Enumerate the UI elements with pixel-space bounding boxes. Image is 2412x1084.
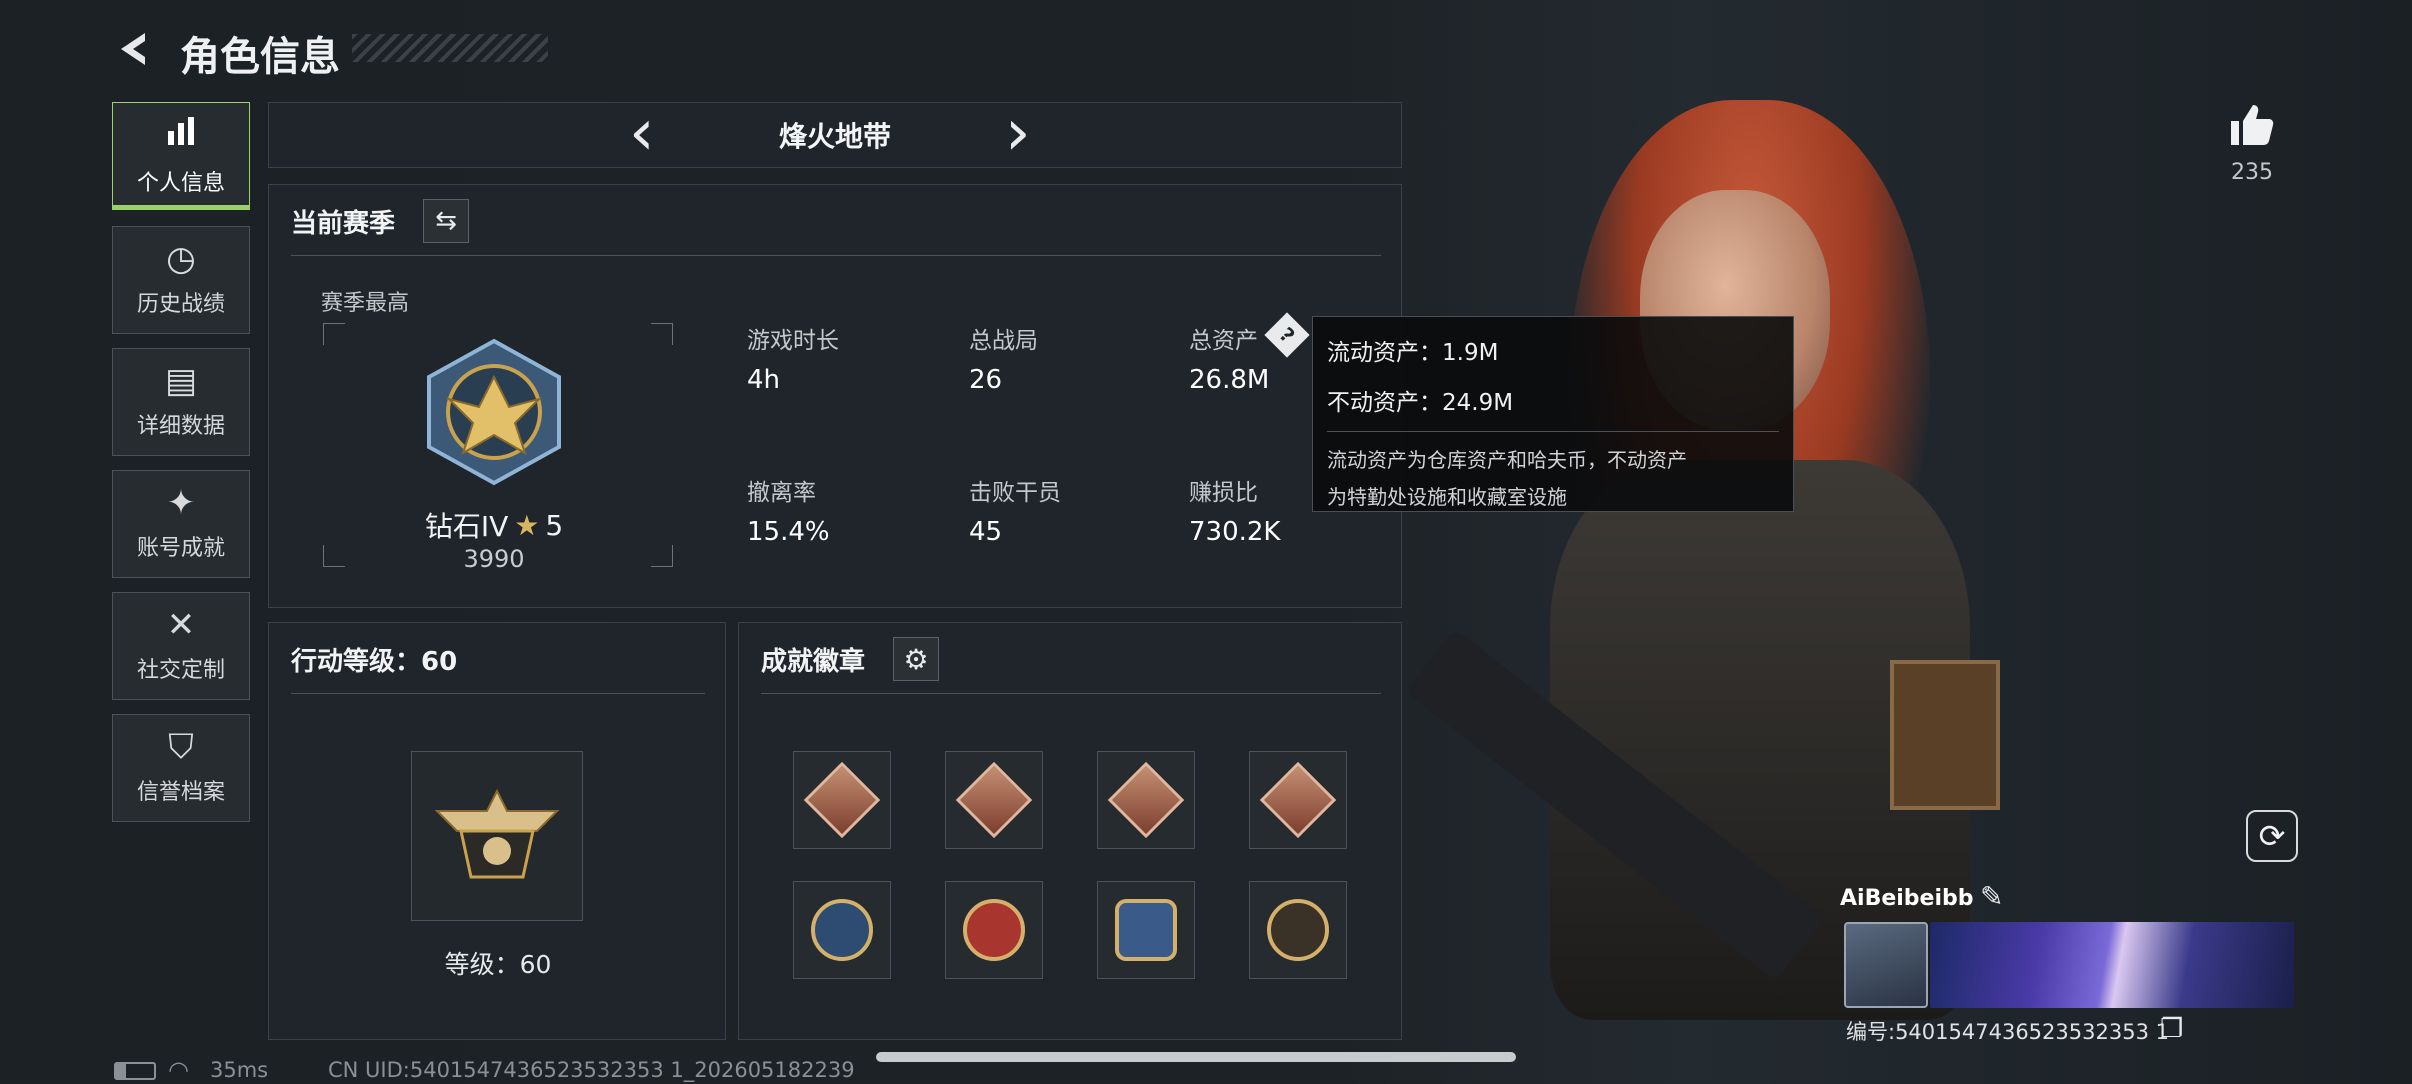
tools-icon: ✕ [166, 605, 196, 645]
rank-stars: 5 [545, 508, 564, 542]
stat-value-extract-rate: 15.4% [747, 517, 830, 547]
frame-corner [323, 545, 345, 567]
star-badge-icon [963, 899, 1025, 961]
frame-corner [651, 545, 673, 567]
assets-help-icon[interactable]: ? [1264, 312, 1310, 358]
stat-label-extract-rate: 撤离率 [747, 480, 816, 506]
divider [1327, 431, 1779, 432]
stat-label-matches: 总战局 [969, 328, 1038, 354]
home-indicator[interactable] [876, 1052, 1516, 1062]
sidebar-item-credit[interactable]: ⛉ 信誉档案 [112, 714, 250, 822]
player-name: AiBeibeibb [1840, 886, 1974, 911]
sidebar-item-achievements[interactable]: ✦ 账号成就 [112, 470, 250, 578]
badge-dragon-3[interactable] [1249, 751, 1347, 849]
badge-dragon-2[interactable] [945, 751, 1043, 849]
achievement-settings-button[interactable]: ⚙ [893, 637, 939, 681]
rank-line: 钻石IV ★ 5 [419, 505, 569, 545]
edit-name-icon[interactable]: ✎ [1980, 880, 2003, 913]
shield-icon: ⛉ [168, 727, 194, 767]
badge-wings[interactable] [1097, 881, 1195, 979]
stat-value-matches: 26 [969, 365, 1003, 395]
skull-badge-icon [1267, 899, 1329, 961]
sidebar-item-history[interactable]: ◷ 历史战绩 [112, 226, 250, 334]
achievement-title: 成就徽章 [761, 647, 866, 677]
dragon-badge-icon [1259, 761, 1337, 839]
badge-dragon-1[interactable] [793, 751, 891, 849]
stat-value-profit-ratio: 730.2K [1189, 517, 1281, 547]
stat-value-playtime: 4h [747, 365, 781, 395]
avatar[interactable] [1844, 922, 1928, 1008]
page-title: 角色信息 [180, 34, 340, 80]
sidebar-item-personal-info[interactable]: 个人信息 [112, 102, 250, 210]
sidebar-item-social[interactable]: ✕ 社交定制 [112, 592, 250, 700]
stat-value-assets: 26.8M [1189, 365, 1270, 395]
like-count: 235 [2231, 160, 2273, 185]
stat-label-profit-ratio: 赚损比 [1189, 480, 1258, 506]
tooltip-desc-2: 为特勤处设施和收藏室设施 [1327, 485, 1567, 509]
badge-eagle[interactable] [793, 881, 891, 979]
season-panel: 当前赛季 ⇆ 赛季最高 钻石IV ★ 5 3990 游戏时长 4h 总战局 26… [268, 184, 1402, 608]
tooltip-fixed-assets: 不动资产：24.9M [1327, 390, 1514, 416]
sidebar-item-label: 详细数据 [136, 414, 225, 439]
folder-icon: ▤ [164, 361, 198, 401]
action-level-title: 行动等级：60 [291, 647, 458, 677]
refresh-button[interactable]: ⟳ [2246, 810, 2298, 862]
uid-text: CN UID:5401547436523532353 1_20260518223… [328, 1058, 855, 1082]
star-icon: ★ [514, 508, 540, 542]
asset-tooltip: 流动资产：1.9M 不动资产：24.9M 流动资产为仓库资产和哈夫币，不动资产 … [1312, 316, 1794, 512]
badge-skull[interactable] [1249, 881, 1347, 979]
like-button[interactable] [2222, 96, 2280, 154]
next-mode-button[interactable]: › [1005, 101, 1031, 165]
badge-runner[interactable] [1097, 751, 1195, 849]
stat-value-kills: 45 [969, 517, 1003, 547]
tooltip-liquid-assets: 流动资产：1.9M [1327, 340, 1499, 366]
swap-season-button[interactable]: ⇆ [423, 199, 469, 243]
frame-corner [651, 323, 673, 345]
divider [761, 693, 1381, 694]
copy-id-icon[interactable]: ❐ [2160, 1014, 2183, 1044]
prev-mode-button[interactable]: ‹ [629, 101, 655, 165]
achievement-panel: 成就徽章 ⚙ [738, 622, 1402, 1040]
mode-selector: ‹ 烽火地带 › [268, 101, 1402, 168]
action-level-panel: 行动等级：60 等级：60 [268, 622, 726, 1040]
runner-badge-icon [1107, 761, 1185, 839]
player-id: 编号:5401547436523532353 1 [1846, 1020, 2169, 1044]
wings-badge-icon [1115, 899, 1177, 961]
ping-text: 35ms [210, 1058, 269, 1082]
stat-label-kills: 击败干员 [969, 480, 1061, 506]
stat-label-playtime: 游戏时长 [747, 328, 839, 354]
frame-corner [323, 323, 345, 345]
wifi-icon: ◠ [168, 1056, 189, 1084]
battery-icon [114, 1062, 156, 1080]
dragon-badge-icon [803, 761, 881, 839]
profile-banner[interactable] [1930, 922, 2294, 1008]
title-hatch [352, 34, 548, 62]
sidebar-item-label: 个人信息 [136, 171, 225, 196]
thumbs-up-icon [2231, 105, 2274, 145]
history-clock-icon: ◷ [166, 239, 196, 279]
divider [291, 693, 705, 694]
sidebar-item-detailed-data[interactable]: ▤ 详细数据 [112, 348, 250, 456]
back-arrow-icon[interactable] [112, 26, 158, 72]
rank-emblem-icon [419, 337, 569, 487]
dragon-badge-icon [955, 761, 1033, 839]
season-title: 当前赛季 [291, 209, 396, 239]
bar-chart-icon [164, 115, 198, 155]
sidebar-item-label: 社交定制 [136, 658, 225, 683]
sidebar-item-label: 历史战绩 [136, 292, 225, 317]
action-level-label: 等级：60 [444, 950, 552, 979]
badge-star[interactable] [945, 881, 1043, 979]
rank-score: 3990 [463, 545, 525, 573]
stat-label-assets: 总资产 [1189, 328, 1258, 354]
sidebar-item-label: 信誉档案 [136, 780, 225, 805]
action-level-emblem-icon [411, 751, 583, 921]
eagle-badge-icon [811, 899, 873, 961]
tooltip-desc-1: 流动资产为仓库资产和哈夫币，不动资产 [1327, 448, 1687, 472]
sidebar-item-label: 账号成就 [136, 536, 225, 561]
divider [291, 255, 1381, 256]
mode-title: 烽火地带 [778, 120, 891, 153]
season-best-label: 赛季最高 [321, 291, 410, 316]
rank-name: 钻石IV [424, 510, 509, 543]
achievement-icon: ✦ [166, 483, 196, 523]
